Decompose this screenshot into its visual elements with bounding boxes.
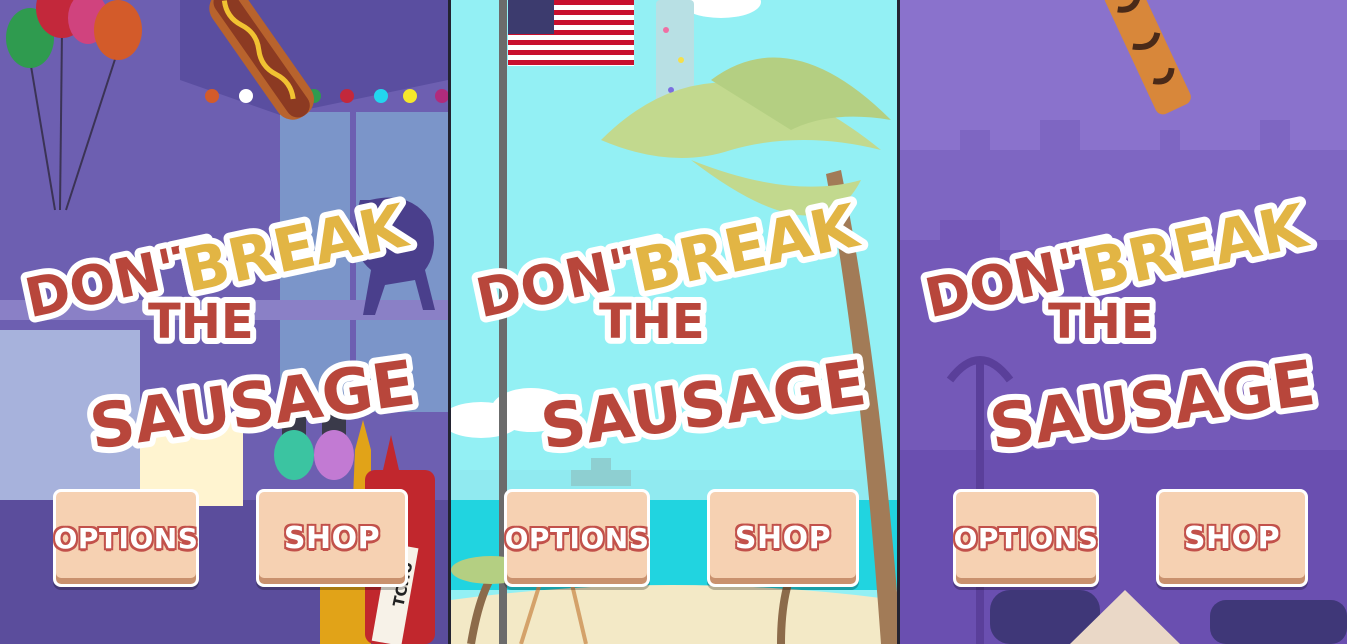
options-button[interactable]: OPTIONS	[953, 489, 1099, 587]
us-flag-icon	[508, 0, 634, 66]
shop-button[interactable]: SHOP	[707, 489, 859, 587]
shop-button[interactable]: SHOP	[256, 489, 408, 587]
title-sausage: SAUSAGE	[536, 346, 870, 460]
carnival-screen: TCHU DON'T BREAK THE SAUSAGE OPTIONS SHO…	[0, 0, 448, 644]
title-the: THE	[1048, 294, 1154, 350]
title-break: BREAK	[1077, 191, 1315, 307]
options-button[interactable]: OPTIONS	[53, 489, 199, 587]
options-button[interactable]: OPTIONS	[504, 489, 650, 587]
churro-sausage-icon	[1104, 0, 1191, 115]
game-screens: TCHU DON'T BREAK THE SAUSAGE OPTIONS SHO…	[0, 0, 1347, 644]
beach-screen: DON'T BREAK THE SAUSAGE OPTIONS SHOP	[451, 0, 897, 644]
title-sausage: SAUSAGE	[985, 346, 1319, 460]
title-the: THE	[148, 294, 254, 350]
city-screen: DON'T BREAK THE SAUSAGE OPTIONS SHOP	[900, 0, 1347, 644]
shop-button[interactable]: SHOP	[1156, 489, 1308, 587]
title-break: BREAK	[177, 191, 415, 307]
title-break: BREAK	[628, 191, 866, 307]
game-title: DON'T BREAK THE SAUSAGE	[465, 185, 877, 460]
title-the: THE	[599, 294, 705, 350]
game-title: DON'T BREAK THE SAUSAGE	[914, 185, 1326, 460]
game-title: DON'T BREAK THE SAUSAGE	[14, 185, 426, 460]
title-sausage: SAUSAGE	[85, 346, 419, 460]
